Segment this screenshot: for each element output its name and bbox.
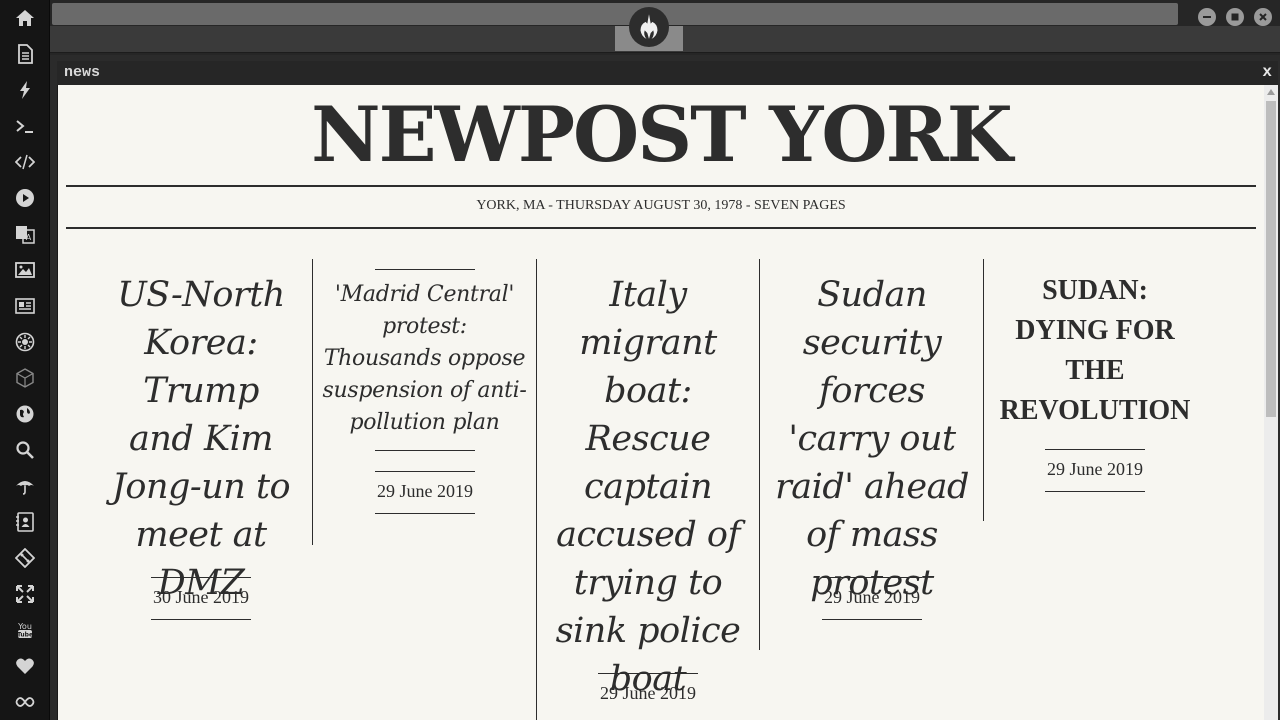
home-icon[interactable] <box>12 5 38 31</box>
article-headline[interactable]: Italy migrant boat: Rescue captain accus… <box>546 271 750 703</box>
article-date: 29 June 2019 <box>600 683 696 703</box>
newspaper-icon[interactable] <box>12 293 38 319</box>
article-date: 30 June 2019 <box>153 587 249 607</box>
contacts-icon[interactable] <box>12 509 38 535</box>
svg-text:Tube: Tube <box>17 632 33 639</box>
svg-text:A: A <box>26 233 32 242</box>
date-rule <box>1045 491 1145 492</box>
close-app-button[interactable] <box>1254 8 1272 26</box>
date-rule <box>151 619 251 620</box>
article-headline[interactable]: 'Madrid Central' protest: Thousands oppo… <box>322 279 527 439</box>
search-icon[interactable] <box>12 437 38 463</box>
article-headline[interactable]: US-North Korea: Trump and Kim Jong-un to… <box>106 271 296 607</box>
infinity-icon[interactable] <box>12 689 38 715</box>
date-rule <box>375 513 475 514</box>
article-headline[interactable]: SUDAN: DYING FOR THE REVOLUTION <box>992 271 1198 431</box>
window-close-button[interactable]: x <box>1262 63 1272 81</box>
dock: A You Tube <box>0 0 50 720</box>
news-window: news x NEWPOST YORK YORK, MA - THURSDAY … <box>57 61 1278 720</box>
rebel-alliance-logo-icon[interactable] <box>629 7 669 47</box>
article-date: 29 June 2019 <box>824 587 920 607</box>
article-headline[interactable]: Sudan security forces 'carry out raid' a… <box>770 271 974 607</box>
column-divider <box>536 259 537 720</box>
heart-icon[interactable] <box>12 653 38 679</box>
date-rule <box>375 450 475 451</box>
article-date: 29 June 2019 <box>377 481 473 501</box>
code-icon[interactable] <box>12 149 38 175</box>
cube-icon[interactable] <box>12 365 38 391</box>
date-rule <box>151 577 251 578</box>
address-bar[interactable] <box>52 3 1178 25</box>
svg-text:You: You <box>17 622 32 631</box>
date-rule <box>822 577 922 578</box>
scroll-up-arrow-icon[interactable] <box>1267 89 1275 95</box>
date-rule <box>598 673 698 674</box>
date-rule <box>375 471 475 472</box>
lightning-icon[interactable] <box>12 77 38 103</box>
minimize-button[interactable] <box>1198 8 1216 26</box>
image-icon[interactable] <box>12 257 38 283</box>
vertical-scrollbar[interactable] <box>1264 85 1278 720</box>
window-titlebar[interactable]: news x <box>57 61 1278 85</box>
date-rule <box>822 619 922 620</box>
translate-icon[interactable]: A <box>12 221 38 247</box>
umbrella-icon[interactable] <box>12 473 38 499</box>
date-rule <box>1045 449 1145 450</box>
column-divider <box>759 259 760 650</box>
youtube-icon[interactable]: You Tube <box>12 617 38 643</box>
play-icon[interactable] <box>12 185 38 211</box>
window-title: news <box>64 64 101 81</box>
maximize-button[interactable] <box>1226 8 1244 26</box>
document-icon[interactable] <box>12 41 38 67</box>
column-divider <box>312 259 313 545</box>
settings-icon[interactable] <box>12 329 38 355</box>
dateline: YORK, MA - THURSDAY AUGUST 30, 1978 - SE… <box>476 198 846 213</box>
masthead-rule-top <box>66 185 1256 187</box>
article-date: 29 June 2019 <box>1047 459 1143 479</box>
git-icon[interactable] <box>12 545 38 571</box>
column-divider <box>983 259 984 521</box>
masthead: NEWPOST YORK <box>311 90 1013 179</box>
scrollbar-thumb[interactable] <box>1266 101 1276 417</box>
masthead-rule-bottom <box>66 227 1256 229</box>
terminal-icon[interactable] <box>12 113 38 139</box>
globe-icon[interactable] <box>12 401 38 427</box>
newspaper-page: NEWPOST YORK YORK, MA - THURSDAY AUGUST … <box>58 85 1264 720</box>
fullscreen-icon[interactable] <box>12 581 38 607</box>
top-bar <box>50 0 1280 55</box>
headline-rule <box>375 269 475 270</box>
